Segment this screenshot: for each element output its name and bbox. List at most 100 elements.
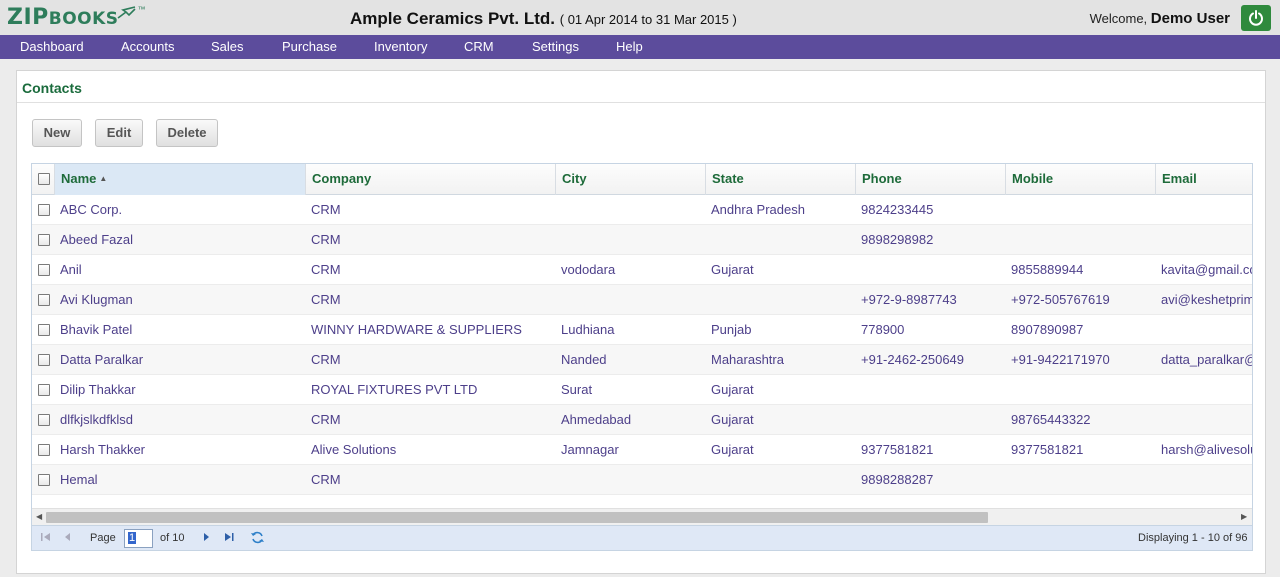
- column-header-name[interactable]: Name ▲: [55, 164, 306, 195]
- cell-state: Gujarat: [711, 262, 754, 277]
- select-all-checkbox[interactable]: [38, 173, 50, 185]
- cell-phone: [856, 405, 1006, 435]
- company-header: Ample Ceramics Pvt. Ltd. ( 01 Apr 2014 t…: [350, 9, 737, 29]
- cell-city: [556, 465, 706, 495]
- cell-phone: 9898298982: [861, 232, 934, 247]
- cell-name: Hemal: [60, 472, 98, 487]
- previous-page-icon[interactable]: [62, 531, 74, 543]
- first-page-icon[interactable]: [40, 531, 52, 543]
- cell-company: CRM: [311, 262, 341, 277]
- welcome-label: Welcome,: [1089, 11, 1148, 26]
- cell-city: Nanded: [561, 352, 607, 367]
- cell-mobile: +972-505767619: [1011, 292, 1110, 307]
- column-header-city[interactable]: City: [556, 164, 706, 195]
- cell-mobile: 98765443322: [1011, 412, 1091, 427]
- page-count-label: of 10: [160, 532, 185, 544]
- financial-period: ( 01 Apr 2014 to 31 Mar 2015 ): [559, 12, 737, 27]
- contacts-panel: Contacts New Edit Delete Name ▲ Company C…: [16, 70, 1266, 574]
- next-page-icon[interactable]: [200, 531, 212, 543]
- cell-name: ABC Corp.: [60, 202, 123, 217]
- cell-state: Gujarat: [711, 382, 754, 397]
- cell-email: [1156, 405, 1252, 435]
- cell-email: avi@keshetprim: [1161, 292, 1253, 307]
- row-checkbox[interactable]: [38, 234, 50, 246]
- page-number-input[interactable]: 1: [124, 529, 153, 548]
- power-icon: [1249, 10, 1263, 26]
- cell-email: kavita@gmail.co: [1161, 262, 1253, 277]
- logo-text: ZIPBOOKS: [7, 5, 119, 30]
- title-divider: [17, 102, 1265, 103]
- table-row[interactable]: Harsh Thakker Alive Solutions Jamnagar Guja…: [32, 435, 1252, 465]
- edit-button[interactable]: Edit: [95, 119, 143, 147]
- scroll-left-icon[interactable]: ◀: [36, 512, 42, 521]
- nav-item-sales[interactable]: Sales: [211, 35, 244, 59]
- cell-email: [1156, 225, 1252, 255]
- row-checkbox[interactable]: [38, 444, 50, 456]
- nav-item-crm[interactable]: CRM: [464, 35, 494, 59]
- column-header-mobile[interactable]: Mobile: [1006, 164, 1156, 195]
- cell-phone: +972-9-8987743: [861, 292, 957, 307]
- page-label: Page: [90, 532, 116, 544]
- table-row[interactable]: ABC Corp. CRM Andhra Pradesh 9824233445: [32, 195, 1252, 225]
- scroll-right-icon[interactable]: ▶: [1241, 512, 1247, 521]
- row-checkbox[interactable]: [38, 354, 50, 366]
- cell-mobile: +91-9422171970: [1011, 352, 1110, 367]
- cell-company: CRM: [311, 202, 341, 217]
- cell-city: Surat: [561, 382, 593, 397]
- cell-city: [556, 225, 706, 255]
- table-row[interactable]: Hemal CRM 9898288287: [32, 465, 1252, 495]
- cell-company: ROYAL FIXTURES PVT LTD: [311, 382, 478, 397]
- table-row[interactable]: Dilip Thakkar ROYAL FIXTURES PVT LTD Surat…: [32, 375, 1252, 405]
- table-row[interactable]: Avi Klugman CRM +972-9-8987743 +972-5057676…: [32, 285, 1253, 315]
- column-header-phone[interactable]: Phone: [856, 164, 1006, 195]
- nav-item-dashboard[interactable]: Dashboard: [20, 35, 84, 59]
- user-name: Demo User: [1150, 10, 1230, 27]
- cell-state: Punjab: [711, 322, 752, 337]
- cell-email: datta_paralkar@: [1161, 352, 1253, 367]
- cell-email: [1156, 195, 1252, 225]
- pagination-bar: Page 1 of 10 Displaying 1 - 10 of 96: [32, 525, 1252, 550]
- cell-name: Abeed Fazal: [60, 232, 133, 247]
- main-nav: Dashboard Accounts Sales Purchase Invent…: [0, 35, 1280, 59]
- table-row[interactable]: Datta Paralkar CRM Nanded Maharashtra +91-24…: [32, 345, 1253, 375]
- page-number-value: 1: [128, 532, 137, 544]
- cell-company: Alive Solutions: [311, 442, 397, 457]
- refresh-icon[interactable]: [250, 530, 265, 545]
- zipbooks-logo[interactable]: ZIPBOOKS ™: [7, 5, 146, 31]
- cell-city: Jamnagar: [561, 442, 619, 457]
- cell-mobile: [1006, 225, 1156, 255]
- last-page-icon[interactable]: [223, 531, 235, 543]
- column-header-state[interactable]: State: [706, 164, 856, 195]
- row-checkbox[interactable]: [38, 414, 50, 426]
- scrollbar-thumb[interactable]: [46, 512, 988, 523]
- new-button[interactable]: New: [32, 119, 82, 147]
- row-checkbox[interactable]: [38, 384, 50, 396]
- nav-item-settings[interactable]: Settings: [532, 35, 579, 59]
- cell-phone: [856, 255, 1006, 285]
- trademark-symbol: ™: [137, 5, 146, 14]
- row-checkbox[interactable]: [38, 474, 50, 486]
- table-row[interactable]: dlfkjslkdfklsd CRM Ahmedabad Gujarat 9876544…: [32, 405, 1252, 435]
- row-checkbox[interactable]: [38, 324, 50, 336]
- grid-header: Name ▲ Company City State Phone Mobile Em…: [32, 164, 1252, 195]
- row-checkbox[interactable]: [38, 264, 50, 276]
- cell-mobile: 8907890987: [1011, 322, 1084, 337]
- cell-phone: 9377581821: [861, 442, 934, 457]
- delete-button[interactable]: Delete: [156, 119, 218, 147]
- cell-email: [1156, 375, 1252, 405]
- row-checkbox[interactable]: [38, 294, 50, 306]
- nav-item-accounts[interactable]: Accounts: [121, 35, 174, 59]
- column-header-email[interactable]: Email: [1156, 164, 1252, 195]
- nav-item-inventory[interactable]: Inventory: [374, 35, 427, 59]
- table-row[interactable]: Bhavik Patel WINNY HARDWARE & SUPPLIERS Lu…: [32, 315, 1252, 345]
- column-header-company[interactable]: Company: [306, 164, 556, 195]
- table-row[interactable]: Abeed Fazal CRM 9898298982: [32, 225, 1252, 255]
- nav-item-purchase[interactable]: Purchase: [282, 35, 337, 59]
- cell-city: [556, 285, 706, 315]
- row-checkbox[interactable]: [38, 204, 50, 216]
- nav-item-help[interactable]: Help: [616, 35, 643, 59]
- horizontal-scrollbar[interactable]: ◀ ▶: [32, 508, 1252, 525]
- table-row[interactable]: Anil CRM vododara Gujarat 9855889944 kavita@g…: [32, 255, 1253, 285]
- column-header-name-label: Name: [61, 171, 97, 186]
- logout-button[interactable]: [1241, 5, 1271, 31]
